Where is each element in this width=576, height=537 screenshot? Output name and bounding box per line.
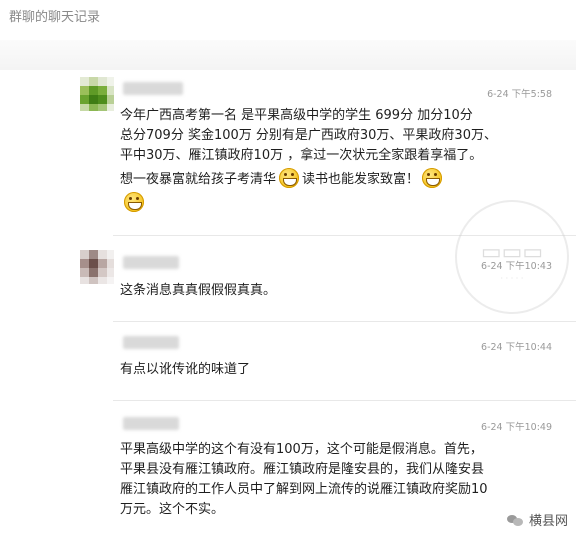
message-time: 6-24 下午10:44 xyxy=(481,342,552,353)
message-divider xyxy=(113,321,576,322)
window-title: 群聊的聊天记录 xyxy=(9,10,101,25)
grinning-face-icon xyxy=(124,192,144,212)
message-text: 平果高级中学的这个有没有100万，这个可能是假消息。首先， 平果县没有雁江镇政府… xyxy=(120,440,540,520)
avatar[interactable] xyxy=(80,250,114,284)
sender-name-blurred xyxy=(123,336,179,349)
message-text: 今年广西高考第一名 是平果高级中学的学生 699分 加分10分 总分709分 奖… xyxy=(120,106,540,214)
sender-name-blurred xyxy=(123,256,179,269)
avatar[interactable] xyxy=(80,77,114,111)
grinning-face-icon xyxy=(279,168,300,188)
brand-name: 横县网 xyxy=(528,514,568,529)
message-line: 雁江镇政府的工作人员中了解到网上流传的说雁江镇政府奖励10 xyxy=(120,482,488,497)
sender-name-blurred xyxy=(123,82,183,95)
message-line-text: 想一夜暴富就给孩子考清华 xyxy=(120,172,277,187)
message-line: 有点以讹传讹的味道了 xyxy=(120,362,251,377)
chat-message: 6-24 下午10:44 有点以讹传讹的味道了 xyxy=(0,330,576,390)
message-divider xyxy=(113,400,576,401)
message-text: 有点以讹传讹的味道了 xyxy=(120,360,540,380)
message-line: 平中30万、雁江镇政府10万 ，拿过一次状元全家跟着享福了。 xyxy=(120,148,483,163)
sender-name-blurred xyxy=(123,417,179,430)
message-line: 想一夜暴富就给孩子考清华 读书也能发家致富！ xyxy=(120,168,540,190)
message-line-text: 读书也能发家致富！ xyxy=(302,172,420,187)
message-line: 万元。这个不实。 xyxy=(120,502,225,517)
message-time: 6-24 下午5:58 xyxy=(487,89,552,100)
message-line: 总分709分 奖金100万 分别有是广西政府30万、平果政府30万、 xyxy=(120,128,497,143)
watermark-seal: ▭▭▭ · · · · · xyxy=(455,200,569,314)
chat-message: 6-24 下午5:58 今年广西高考第一名 是平果高级中学的学生 699分 加分… xyxy=(0,74,576,224)
chat-message: 6-24 下午10:49 平果高级中学的这个有没有100万，这个可能是假消息。首… xyxy=(0,410,576,530)
wechat-logo-icon xyxy=(506,513,523,527)
chat-history-header: 群聊的聊天记录 xyxy=(0,0,576,70)
grinning-face-icon xyxy=(422,168,443,188)
message-time: 6-24 下午10:49 xyxy=(481,422,552,433)
message-line: 今年广西高考第一名 是平果高级中学的学生 699分 加分10分 xyxy=(120,108,473,123)
message-line: 平果高级中学的这个有没有100万，这个可能是假消息。首先， xyxy=(120,442,483,457)
message-line: 平果县没有雁江镇政府。雁江镇政府是隆安县的，我们从隆安县 xyxy=(120,462,485,477)
header-bar xyxy=(0,40,576,70)
brand-watermark: 横县网 xyxy=(506,510,568,529)
